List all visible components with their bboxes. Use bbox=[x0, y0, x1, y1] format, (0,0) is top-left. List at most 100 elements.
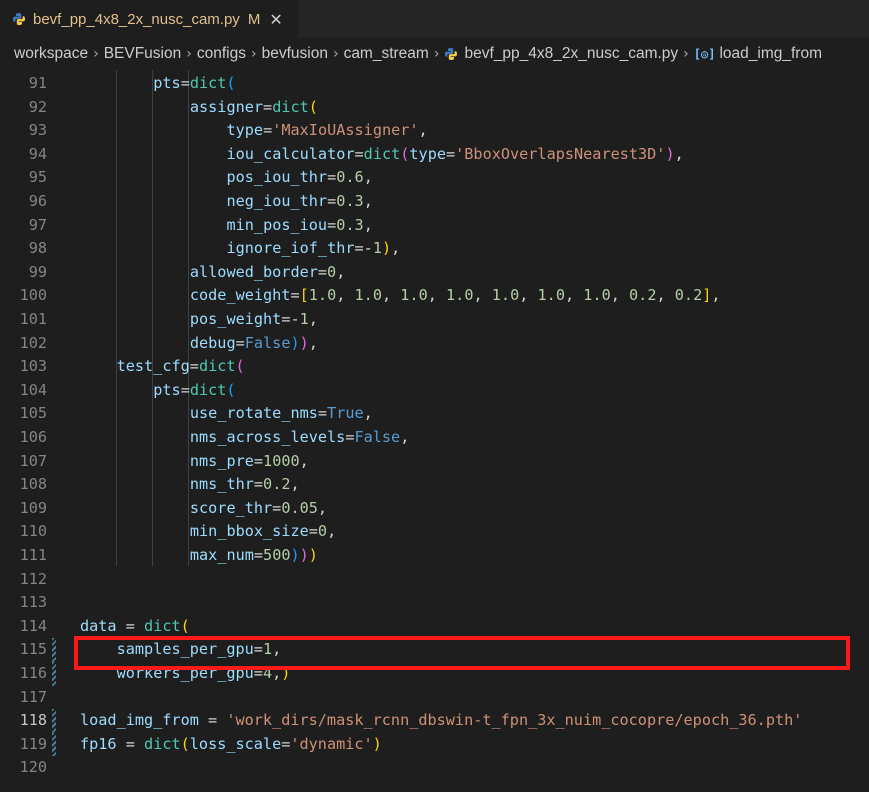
code-text: pos_weight=-1, bbox=[189, 310, 318, 328]
breadcrumb-configs[interactable]: configs bbox=[197, 45, 246, 63]
code-text: workers_per_gpu=4,) bbox=[116, 664, 291, 682]
code-line[interactable]: 103 test_cfg=dict( bbox=[0, 355, 869, 379]
code-text: min_pos_iou=0.3, bbox=[226, 215, 373, 234]
line-number: 99 bbox=[28, 262, 47, 281]
breadcrumb-file[interactable]: bevf_pp_4x8_2x_nusc_cam.py bbox=[464, 45, 678, 63]
code-line[interactable]: 94 iou_calculator=dict(type='BboxOverlap… bbox=[0, 143, 869, 167]
code-text: pts=dict( bbox=[153, 74, 236, 92]
breadcrumb-bevfusion-dir[interactable]: bevfusion bbox=[262, 45, 328, 63]
code-text: ignore_iof_thr=-1), bbox=[226, 239, 401, 258]
code-text: assigner=dict( bbox=[189, 97, 318, 116]
code-line[interactable]: 115 samples_per_gpu=1, bbox=[0, 638, 869, 662]
code-line[interactable]: 105 use_rotate_nms=True, bbox=[0, 402, 869, 426]
line-number: 94 bbox=[28, 144, 47, 163]
breadcrumb-workspace[interactable]: workspace bbox=[14, 45, 88, 63]
tab-filename: bevf_pp_4x8_2x_nusc_cam.py bbox=[33, 10, 240, 28]
line-number: 92 bbox=[28, 97, 47, 116]
code-editor[interactable]: 91 pts=dict(92 assigner=dict(93 type='Ma… bbox=[0, 70, 869, 792]
line-number: 115 bbox=[19, 640, 47, 659]
code-text: max_num=500))) bbox=[189, 546, 318, 564]
code-line[interactable]: 113 bbox=[0, 591, 869, 615]
code-line[interactable]: 91 pts=dict( bbox=[0, 72, 869, 96]
tab-bar: bevf_pp_4x8_2x_nusc_cam.py M ✕ bbox=[0, 0, 869, 38]
git-change-marker[interactable] bbox=[52, 709, 56, 733]
code-line[interactable]: 92 assigner=dict( bbox=[0, 96, 869, 120]
code-line[interactable]: 96 neg_iou_thr=0.3, bbox=[0, 190, 869, 214]
code-line[interactable]: 120 bbox=[0, 756, 869, 780]
line-number: 119 bbox=[19, 734, 47, 753]
git-change-marker[interactable] bbox=[52, 732, 56, 757]
code-line[interactable]: 99 allowed_border=0, bbox=[0, 261, 869, 285]
line-number: 104 bbox=[19, 380, 47, 399]
line-number: 102 bbox=[19, 333, 47, 352]
line-number: 100 bbox=[19, 286, 47, 305]
code-text: use_rotate_nms=True, bbox=[189, 404, 373, 423]
line-number: 91 bbox=[28, 74, 47, 92]
code-line[interactable]: 93 type='MaxIoUAssigner', bbox=[0, 119, 869, 143]
line-number: 120 bbox=[19, 758, 47, 777]
code-line[interactable]: 100 code_weight=[1.0, 1.0, 1.0, 1.0, 1.0… bbox=[0, 284, 869, 308]
line-number: 95 bbox=[28, 168, 47, 187]
git-change-marker[interactable] bbox=[52, 638, 56, 662]
code-line[interactable]: 101 pos_weight=-1, bbox=[0, 308, 869, 332]
line-number: 107 bbox=[19, 451, 47, 470]
code-text: neg_iou_thr=0.3, bbox=[226, 192, 373, 210]
git-change-marker[interactable] bbox=[52, 662, 56, 686]
chevron-right-icon: › bbox=[683, 46, 689, 62]
code-line[interactable]: 110 min_bbox_size=0, bbox=[0, 520, 869, 544]
code-text: samples_per_gpu=1, bbox=[116, 640, 282, 659]
code-line[interactable]: 104 pts=dict( bbox=[0, 379, 869, 403]
code-line[interactable]: 102 debug=False)), bbox=[0, 332, 869, 356]
code-text: data = dict( bbox=[80, 616, 190, 635]
line-number: 112 bbox=[19, 569, 47, 588]
code-line[interactable]: 119 fp16 = dict(loss_scale='dynamic') bbox=[0, 733, 869, 757]
chevron-right-icon: › bbox=[332, 46, 339, 62]
line-number: 98 bbox=[28, 239, 47, 258]
code-line[interactable]: 118 load_img_from = 'work_dirs/mask_rcnn_… bbox=[0, 709, 869, 733]
line-number: 114 bbox=[19, 616, 47, 635]
line-number: 105 bbox=[19, 404, 47, 423]
code-line[interactable]: 109 score_thr=0.05, bbox=[0, 497, 869, 521]
code-text: allowed_border=0, bbox=[189, 262, 346, 281]
line-number: 116 bbox=[19, 664, 47, 682]
line-number: 117 bbox=[19, 687, 47, 706]
line-number: 96 bbox=[28, 192, 47, 210]
chevron-right-icon: › bbox=[186, 46, 192, 62]
code-line[interactable]: 97 min_pos_iou=0.3, bbox=[0, 214, 869, 238]
code-line[interactable]: 111 max_num=500))) bbox=[0, 544, 869, 568]
line-number: 101 bbox=[19, 310, 47, 328]
code-line[interactable]: 108 nms_thr=0.2, bbox=[0, 473, 869, 497]
code-text: nms_thr=0.2, bbox=[189, 475, 300, 494]
chevron-right-icon: › bbox=[250, 46, 257, 62]
code-line[interactable]: 116 workers_per_gpu=4,) bbox=[0, 662, 869, 686]
code-text: min_bbox_size=0, bbox=[189, 522, 337, 541]
line-number: 118 bbox=[19, 711, 47, 730]
line-number: 97 bbox=[28, 215, 47, 234]
line-number: 93 bbox=[28, 121, 47, 140]
code-line[interactable]: 95 pos_iou_thr=0.6, bbox=[0, 166, 869, 190]
close-icon[interactable]: ✕ bbox=[269, 10, 282, 29]
editor-tab[interactable]: bevf_pp_4x8_2x_nusc_cam.py M ✕ bbox=[0, 0, 298, 38]
line-number: 110 bbox=[19, 522, 47, 541]
code-text: score_thr=0.05, bbox=[189, 498, 328, 517]
code-line[interactable]: 112 bbox=[0, 568, 869, 592]
code-text: fp16 = dict(loss_scale='dynamic') bbox=[80, 734, 382, 753]
code-line[interactable]: 114 data = dict( bbox=[0, 615, 869, 639]
modified-indicator: M bbox=[247, 10, 261, 28]
line-number: 113 bbox=[19, 593, 47, 612]
code-text: iou_calculator=dict(type='BboxOverlapsNe… bbox=[226, 144, 684, 163]
python-file-icon bbox=[13, 13, 25, 25]
code-text: load_img_from = 'work_dirs/mask_rcnn_dbs… bbox=[80, 711, 803, 730]
code-line[interactable]: 98 ignore_iof_thr=-1), bbox=[0, 237, 869, 261]
code-line[interactable]: 117 bbox=[0, 686, 869, 710]
code-text: code_weight=[1.0, 1.0, 1.0, 1.0, 1.0, 1.… bbox=[189, 286, 721, 305]
line-number: 111 bbox=[19, 546, 47, 564]
code-line[interactable]: 106 nms_across_levels=False, bbox=[0, 426, 869, 450]
breadcrumb-cam-stream[interactable]: cam_stream bbox=[344, 45, 429, 63]
breadcrumb-bevfusion[interactable]: BEVFusion bbox=[104, 45, 182, 63]
code-text: pts=dict( bbox=[153, 380, 236, 399]
code-line[interactable]: 107 nms_pre=1000, bbox=[0, 450, 869, 474]
code-text: nms_pre=1000, bbox=[189, 451, 309, 470]
breadcrumb-symbol[interactable]: load_img_from bbox=[719, 45, 822, 63]
chevron-right-icon: › bbox=[433, 46, 440, 62]
